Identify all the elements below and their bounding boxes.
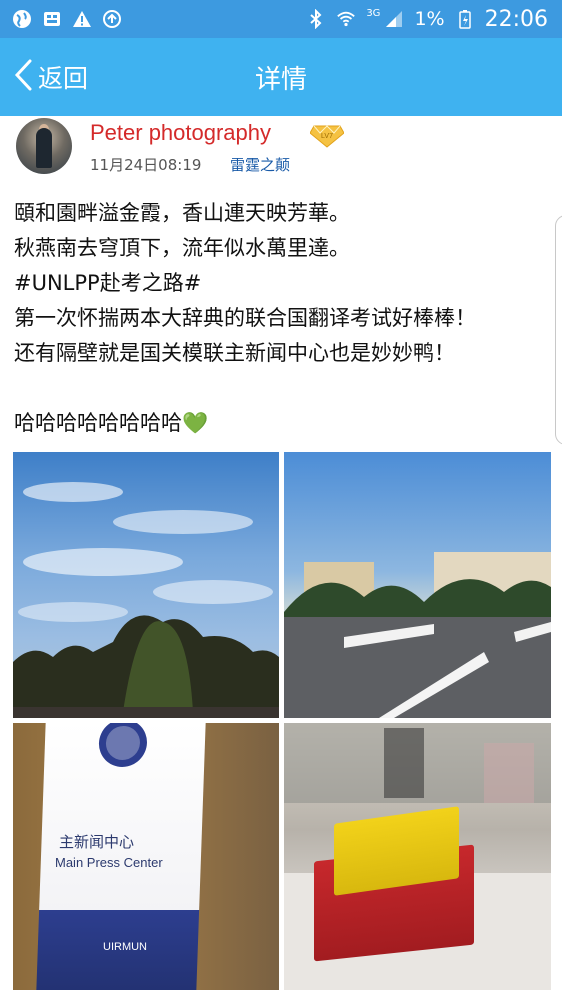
network-type: 3G (366, 7, 381, 19)
clock: 22:06 (484, 6, 548, 32)
side-scroll-handle[interactable] (555, 215, 562, 445)
post-source[interactable]: 雷霆之颠 (230, 154, 290, 175)
post-header: Peter photography LV7 11月24日08:19 雷霆之颠 (14, 118, 554, 178)
photo-campus-gate[interactable] (284, 452, 551, 718)
post-line: 頤和園畔溢金霞，香山連天映芳華。 (14, 201, 350, 225)
wifi-icon (336, 9, 356, 29)
globe-icon (12, 9, 32, 29)
nav-bar: 返回 详情 (0, 38, 562, 116)
battery-percent: 1% (414, 8, 445, 30)
image-icon (42, 9, 62, 29)
vip-badge-icon: LV7 (309, 122, 345, 152)
chevron-left-icon (12, 58, 34, 96)
bluetooth-icon (306, 9, 326, 29)
post-line: 还有隔壁就是国关模联主新闻中心也是妙妙鸭！ (14, 341, 455, 365)
back-label: 返回 (38, 64, 89, 93)
sync-icon (102, 9, 122, 29)
post-line: 哈哈哈哈哈哈哈哈💚 (14, 411, 209, 435)
photo-dictionaries[interactable] (284, 723, 551, 990)
post-line: 秋燕南去穹頂下，流年似水萬里達。 (14, 236, 350, 260)
back-button[interactable]: 返回 (12, 38, 88, 116)
banner-english-text: Main Press Center (55, 855, 163, 870)
warning-icon (72, 9, 92, 29)
hashtag-link[interactable]: #UNLPP赴考之路# (14, 266, 550, 301)
post-timestamp: 11月24日08:19 (90, 156, 202, 174)
signal-icon (384, 9, 404, 29)
status-bar: 3G 1% 22:06 (0, 0, 562, 38)
photo-sky-willow[interactable] (13, 452, 279, 718)
vip-level: LV7 (321, 133, 333, 140)
battery-icon (455, 9, 475, 29)
post-line: 第一次怀揣两本大辞典的联合国翻译考试好棒棒！ (14, 306, 476, 330)
post-text: 頤和園畔溢金霞，香山連天映芳華。 秋燕南去穹頂下，流年似水萬里達。 #UNLPP… (14, 196, 550, 441)
username[interactable]: Peter photography (90, 120, 271, 146)
photo-press-center-banner[interactable]: 主新闻中心 Main Press Center UIRMUN (13, 723, 279, 990)
banner-logo-text: UIRMUN (103, 941, 147, 953)
banner-chinese-text: 主新闻中心 (59, 833, 135, 851)
avatar[interactable] (16, 118, 72, 174)
photo-grid: 主新闻中心 Main Press Center UIRMUN (13, 452, 551, 992)
